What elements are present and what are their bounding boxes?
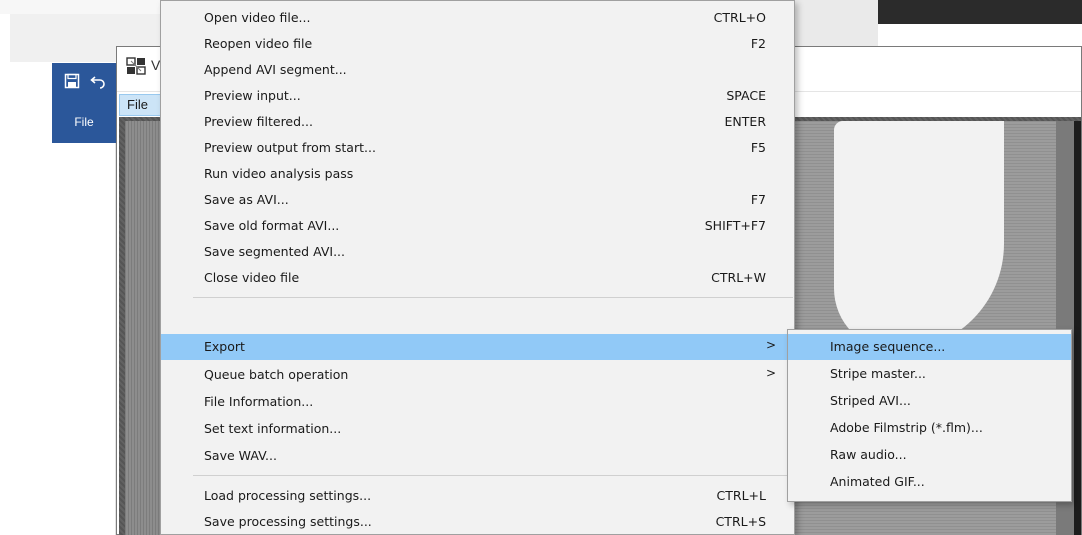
- menu-item-label: Preview output from start...: [204, 140, 376, 155]
- menu-item-label: Preview input...: [204, 88, 301, 103]
- menu-item-shortcut: CTRL+S: [715, 514, 766, 529]
- background-window-top: [795, 0, 878, 46]
- file-menu-dropdown: Open video file... CTRL+O Reopen video f…: [160, 0, 795, 535]
- submenu-item-stripe-master[interactable]: Stripe master...: [788, 361, 1071, 387]
- submenu-item-adobe-filmstrip[interactable]: Adobe Filmstrip (*.flm)...: [788, 415, 1071, 441]
- menu-item-label: Save as AVI...: [204, 192, 289, 207]
- export-submenu: Image sequence... Stripe master... Strip…: [787, 329, 1072, 502]
- menu-item-preview-filtered[interactable]: Preview filtered... ENTER: [161, 109, 794, 135]
- menu-item-export[interactable]: Export >: [161, 334, 794, 360]
- menu-item-label: Queue batch operation: [204, 367, 349, 382]
- menu-item-open-video-file[interactable]: Open video file... CTRL+O: [161, 5, 794, 31]
- menu-item-label: Run video analysis pass: [204, 166, 354, 181]
- menu-item-append-avi-segment[interactable]: Append AVI segment...: [161, 57, 794, 83]
- menu-item-save-wav[interactable]: Save WAV...: [161, 443, 794, 469]
- menu-item-save-old-format-avi[interactable]: Save old format AVI... SHIFT+F7: [161, 213, 794, 239]
- undo-icon[interactable]: [90, 73, 106, 89]
- submenu-item-label: Stripe master...: [830, 366, 926, 381]
- word-ribbon: File: [52, 63, 116, 143]
- background-top: [0, 0, 160, 14]
- submenu-item-label: Striped AVI...: [830, 393, 911, 408]
- window-title: V: [151, 57, 161, 73]
- frame-bright-region: [834, 121, 1004, 351]
- menu-item-file-information[interactable]: File Information...: [161, 389, 794, 415]
- submenu-item-image-sequence[interactable]: Image sequence...: [788, 334, 1071, 360]
- background-dark-window: [878, 0, 1082, 24]
- word-document-pane: [52, 143, 116, 535]
- menu-item-label: Save processing settings...: [204, 514, 372, 529]
- menu-file[interactable]: File: [119, 94, 161, 116]
- menu-item-label: File Information...: [204, 394, 314, 409]
- submenu-arrow-icon: >: [765, 366, 776, 380]
- menu-item-save-processing-settings[interactable]: Save processing settings... CTRL+S: [161, 509, 794, 535]
- menu-item-reopen-video-file[interactable]: Reopen video file F2: [161, 31, 794, 57]
- submenu-item-striped-avi[interactable]: Striped AVI...: [788, 388, 1071, 414]
- menu-item-preview-input[interactable]: Preview input... SPACE: [161, 83, 794, 109]
- menu-item-shortcut: F2: [750, 36, 766, 51]
- menu-item-shortcut: F5: [750, 140, 766, 155]
- menu-separator: [193, 475, 793, 476]
- menu-item-label: Append AVI segment...: [204, 62, 347, 77]
- menu-item-load-processing-settings[interactable]: Load processing settings... CTRL+L: [161, 483, 794, 509]
- menu-separator: [193, 297, 793, 298]
- menu-item-set-text-information[interactable]: Set text information...: [161, 416, 794, 442]
- menu-item-shortcut: CTRL+W: [711, 270, 766, 285]
- menu-item-label: Export: [204, 339, 245, 354]
- submenu-item-raw-audio[interactable]: Raw audio...: [788, 442, 1071, 468]
- menu-item-label: Close video file: [204, 270, 300, 285]
- word-file-tab[interactable]: File: [52, 115, 116, 129]
- submenu-item-label: Animated GIF...: [830, 474, 925, 489]
- menu-item-close-video-file[interactable]: Close video file CTRL+W: [161, 265, 794, 291]
- menu-item-label: Open video file...: [204, 10, 311, 25]
- submenu-item-label: Raw audio...: [830, 447, 907, 462]
- frame-dark-edge: [1074, 121, 1081, 535]
- menu-item-save-as-avi[interactable]: Save as AVI... F7: [161, 187, 794, 213]
- menu-item-label: Save segmented AVI...: [204, 244, 345, 259]
- menu-item-label: Load processing settings...: [204, 488, 372, 503]
- app-icon: [126, 57, 146, 75]
- submenu-item-label: Adobe Filmstrip (*.flm)...: [830, 420, 983, 435]
- menu-item-preview-output-from-start[interactable]: Preview output from start... F5: [161, 135, 794, 161]
- submenu-arrow-icon: >: [765, 338, 776, 352]
- menu-item-label: Save old format AVI...: [204, 218, 340, 233]
- menu-item-shortcut: ENTER: [724, 114, 766, 129]
- menu-item-label: Set text information...: [204, 421, 342, 436]
- save-icon[interactable]: [64, 73, 80, 89]
- menu-item-shortcut: CTRL+O: [713, 10, 766, 25]
- menu-item-shortcut: SHIFT+F7: [704, 218, 766, 233]
- submenu-item-animated-gif[interactable]: Animated GIF...: [788, 469, 1071, 495]
- menu-item-label: Reopen video file: [204, 36, 313, 51]
- menu-item-run-video-analysis-pass[interactable]: Run video analysis pass: [161, 161, 794, 187]
- menu-item-save-segmented-avi[interactable]: Save segmented AVI...: [161, 239, 794, 265]
- menu-item-label: Save WAV...: [204, 448, 277, 463]
- menu-item-queue-batch-operation[interactable]: Queue batch operation >: [161, 362, 794, 388]
- menu-item-shortcut: SPACE: [726, 88, 766, 103]
- menu-item-shortcut: F7: [750, 192, 766, 207]
- submenu-item-label: Image sequence...: [830, 339, 946, 354]
- menu-item-shortcut: CTRL+L: [716, 488, 766, 503]
- menu-item-label: Preview filtered...: [204, 114, 313, 129]
